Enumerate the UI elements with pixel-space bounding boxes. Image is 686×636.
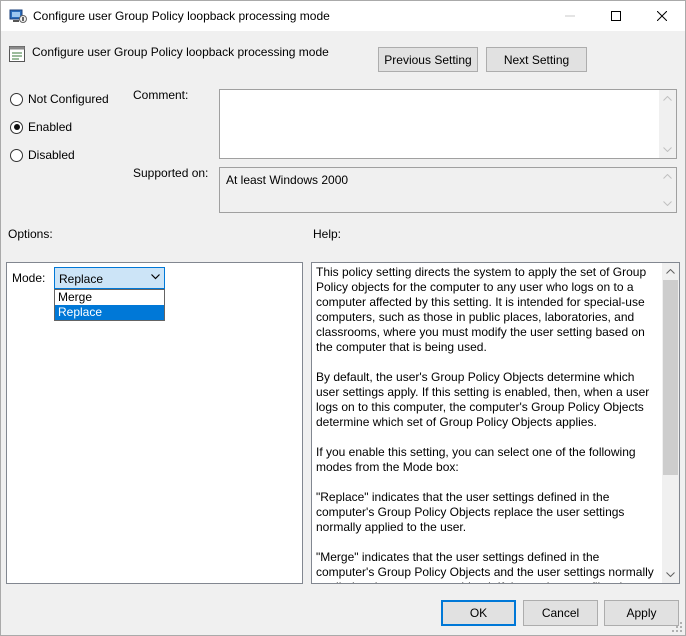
comment-label: Comment: [133, 88, 189, 102]
supported-on-label: Supported on: [133, 166, 209, 180]
scroll-up-button[interactable] [659, 90, 676, 107]
help-paragraph: This policy setting directs the system t… [316, 265, 647, 354]
scroll-down-button[interactable] [659, 141, 676, 158]
policy-setting-icon [9, 46, 25, 62]
close-icon [657, 11, 667, 21]
options-pane: Mode: Replace Merge Replace [6, 262, 303, 584]
mode-dropdown-list: Merge Replace [54, 289, 165, 321]
radio-circle[interactable] [10, 148, 23, 162]
previous-setting-button[interactable]: Previous Setting [378, 47, 478, 72]
radio-label: Disabled [28, 148, 75, 162]
maximize-button[interactable] [593, 1, 639, 31]
ok-button[interactable]: OK [441, 600, 516, 626]
policy-name: Configure user Group Policy loopback pro… [32, 45, 329, 59]
close-button[interactable] [639, 1, 685, 31]
chevron-down-icon [151, 274, 160, 280]
chevron-up-icon [663, 174, 672, 179]
scroll-up-button[interactable] [662, 263, 679, 280]
scroll-thumb[interactable] [663, 280, 678, 475]
help-paragraph: By default, the user's Group Policy Obje… [316, 370, 650, 429]
chevron-up-icon [663, 96, 672, 101]
help-scrollbar[interactable] [662, 263, 679, 583]
scroll-down-button[interactable] [659, 195, 676, 212]
mode-option-replace[interactable]: Replace [55, 305, 164, 320]
supported-scrollbar[interactable] [659, 168, 676, 212]
chevron-down-icon [663, 147, 672, 152]
policy-dialog: Configure user Group Policy loopback pro… [0, 0, 686, 636]
minimize-icon [565, 15, 575, 17]
help-text: This policy setting directs the system t… [316, 265, 660, 583]
help-paragraph: "Merge" indicates that the user settings… [316, 550, 660, 583]
next-setting-button[interactable]: Next Setting [486, 47, 587, 72]
chevron-down-icon [663, 201, 672, 206]
chevron-down-icon [666, 572, 675, 577]
mode-option-merge[interactable]: Merge [55, 290, 164, 305]
chevron-up-icon [666, 269, 675, 274]
mode-label: Mode: [12, 271, 46, 285]
radio-not-configured[interactable]: Not Configured [10, 92, 109, 106]
radio-circle[interactable] [10, 92, 23, 106]
supported-on-value: At least Windows 2000 [226, 173, 349, 187]
apply-button[interactable]: Apply [604, 600, 679, 626]
mode-select-value: Replace [59, 272, 104, 286]
help-pane[interactable]: This policy setting directs the system t… [311, 262, 680, 584]
resize-grip-icon[interactable] [671, 621, 683, 633]
supported-on-field: At least Windows 2000 [219, 167, 677, 213]
radio-label: Enabled [28, 120, 73, 134]
minimize-button[interactable] [547, 1, 593, 31]
radio-label: Not Configured [28, 92, 109, 106]
title-bar[interactable]: Configure user Group Policy loopback pro… [1, 1, 685, 31]
policy-editor-icon [9, 9, 27, 23]
help-label: Help: [313, 227, 342, 241]
mode-select[interactable]: Replace [54, 267, 165, 289]
comment-input[interactable] [219, 89, 677, 159]
help-paragraph: "Replace" indicates that the user settin… [316, 490, 625, 534]
radio-circle[interactable] [10, 120, 23, 134]
cancel-button[interactable]: Cancel [523, 600, 598, 626]
help-paragraph: If you enable this setting, you can sele… [316, 445, 636, 474]
scroll-up-button[interactable] [659, 168, 676, 185]
scroll-down-button[interactable] [662, 566, 679, 583]
radio-enabled[interactable]: Enabled [10, 120, 72, 134]
maximize-icon [611, 11, 621, 21]
window-title: Configure user Group Policy loopback pro… [33, 9, 330, 23]
comment-scrollbar[interactable] [659, 90, 676, 158]
options-label: Options: [8, 227, 53, 241]
radio-disabled[interactable]: Disabled [10, 148, 75, 162]
